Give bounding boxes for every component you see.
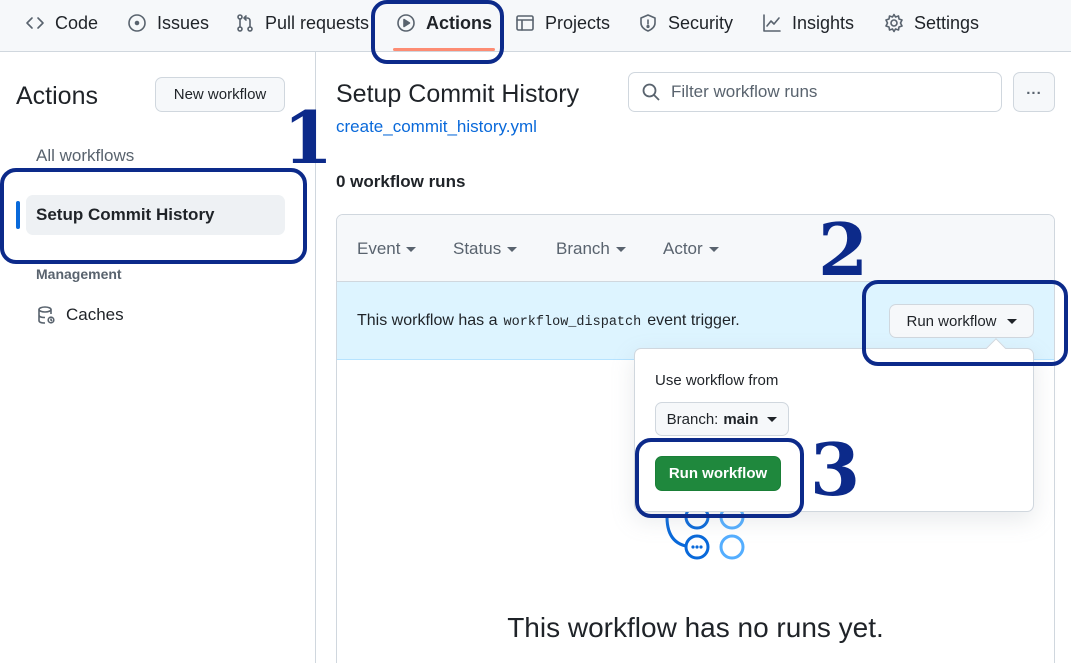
- active-tab-underline: [393, 48, 495, 51]
- workflow-title: Setup Commit History: [336, 80, 580, 108]
- gear-icon: [885, 13, 903, 33]
- database-icon: [38, 306, 55, 324]
- tab-pull-requests[interactable]: Pull requests: [235, 0, 369, 46]
- dispatch-code: workflow_dispatch: [503, 315, 642, 330]
- more-options-button[interactable]: ...: [1013, 72, 1055, 112]
- code-icon: [26, 17, 44, 29]
- tab-security[interactable]: Security: [638, 0, 733, 46]
- sidebar-item-setup-commit-history[interactable]: Setup Commit History: [36, 205, 215, 225]
- tab-actions[interactable]: Actions: [396, 0, 492, 46]
- tab-code-label: Code: [55, 12, 99, 33]
- tab-actions-label: Actions: [426, 12, 493, 33]
- tab-issues[interactable]: Issues: [127, 0, 209, 46]
- issue-icon: [128, 14, 146, 32]
- caret-down-icon: [1006, 318, 1017, 324]
- sidebar-section-heading: Management: [36, 266, 122, 282]
- caret-down-icon: [708, 246, 719, 252]
- search-icon: [642, 83, 660, 101]
- filter-branch-label: Branch: [556, 239, 610, 258]
- tab-settings[interactable]: Settings: [884, 0, 979, 46]
- branch-value: main: [723, 410, 759, 428]
- filter-status-label: Status: [453, 239, 502, 258]
- tab-issues-label: Issues: [157, 12, 210, 33]
- tab-insights-label: Insights: [792, 12, 855, 33]
- sidebar-selected-indicator: [16, 201, 20, 229]
- shield-icon: [640, 14, 656, 32]
- sidebar-item-all-workflows[interactable]: All workflows: [36, 146, 134, 166]
- run-workflow-submit-button[interactable]: Run workflow: [655, 456, 781, 491]
- graph-icon: [763, 14, 781, 32]
- sidebar-title: Actions: [16, 82, 98, 110]
- run-workflow-dropdown-label: Run workflow: [906, 312, 997, 330]
- dispatch-suffix: event trigger.: [647, 312, 740, 329]
- tab-security-label: Security: [668, 12, 734, 33]
- filter-status[interactable]: Status: [453, 239, 518, 259]
- annotation-number-2: 2: [818, 207, 869, 292]
- workflow-run-count: 0 workflow runs: [336, 172, 466, 191]
- pull-request-icon: [237, 14, 253, 32]
- kebab-horizontal-icon: ...: [1026, 80, 1042, 98]
- tab-insights[interactable]: Insights: [762, 0, 854, 46]
- tab-projects[interactable]: Projects: [515, 0, 610, 46]
- caret-down-icon: [507, 246, 518, 252]
- run-workflow-dropdown-button[interactable]: Run workflow: [889, 304, 1034, 338]
- new-workflow-button[interactable]: New workflow: [155, 77, 285, 112]
- filters-bar: Event Status Branch Actor: [337, 215, 1054, 282]
- filter-event-label: Event: [357, 239, 401, 258]
- tab-projects-label: Projects: [545, 12, 611, 33]
- branch-select-button[interactable]: Branch: main: [655, 402, 789, 436]
- sidebar-caches-label: Caches: [66, 305, 124, 324]
- sidebar-item-caches[interactable]: Caches: [36, 305, 124, 325]
- caret-down-icon: [615, 246, 626, 252]
- use-workflow-from-label: Use workflow from: [655, 372, 779, 389]
- annotation-number-1: 1: [283, 95, 334, 180]
- caret-down-icon: [406, 246, 417, 252]
- tab-pull-requests-label: Pull requests: [265, 12, 370, 33]
- repo-nav: Code Issues Pull requests Actions Projec…: [0, 0, 1071, 52]
- filter-runs-search[interactable]: [628, 72, 1002, 112]
- filter-branch[interactable]: Branch: [556, 239, 626, 259]
- empty-state-title: This workflow has no runs yet.: [507, 612, 884, 643]
- filter-event[interactable]: Event: [357, 239, 417, 259]
- workflow-file-link[interactable]: create_commit_history.yml: [336, 117, 537, 137]
- tab-code[interactable]: Code: [25, 0, 98, 46]
- play-icon: [397, 14, 415, 32]
- annotation-number-3: 3: [810, 427, 861, 512]
- dispatch-message: This workflow has a workflow_dispatch even…: [357, 312, 740, 330]
- branch-prefix: Branch:: [666, 410, 719, 428]
- dispatch-prefix: This workflow has a: [357, 312, 498, 329]
- caret-down-icon: [767, 416, 778, 422]
- filter-actor[interactable]: Actor: [663, 239, 719, 259]
- table-icon: [516, 15, 534, 31]
- tab-settings-label: Settings: [914, 12, 980, 33]
- filter-actor-label: Actor: [663, 239, 703, 258]
- filter-runs-input[interactable]: [671, 82, 991, 102]
